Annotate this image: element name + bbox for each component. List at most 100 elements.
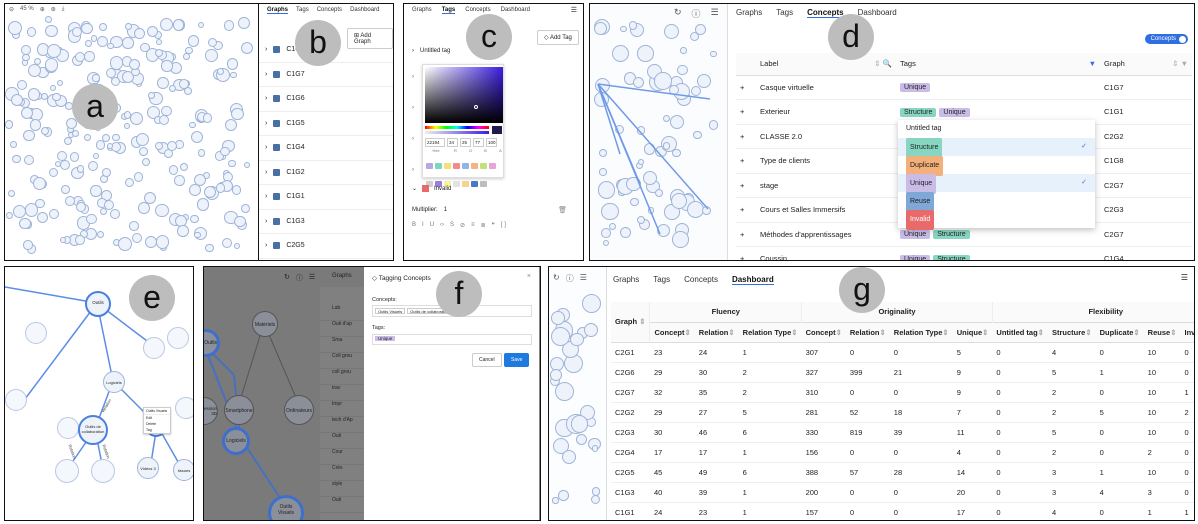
- graph-node[interactable]: [230, 71, 238, 79]
- info-icon[interactable]: ⓘ: [566, 273, 574, 284]
- graph-node[interactable]: [167, 327, 189, 349]
- concept-tags[interactable]: Unique: [896, 75, 1100, 100]
- graph-node[interactable]: [231, 184, 242, 195]
- tab-dashboard[interactable]: Dashboard: [731, 275, 774, 285]
- graph-node[interactable]: [124, 178, 135, 188]
- tag-chip[interactable]: Unique: [900, 83, 931, 93]
- italic-icon[interactable]: I: [422, 222, 424, 229]
- dropdown-option[interactable]: Structure ✓: [898, 138, 1095, 158]
- table-row[interactable]: C1G3 40 39 1 200 0 0 20 0 3 4 3 0: [611, 482, 1194, 503]
- tag-color[interactable]: [422, 185, 430, 192]
- tab-concepts[interactable]: Concepts: [317, 7, 342, 14]
- list-item[interactable]: Outi: [320, 433, 364, 449]
- sort-icon[interactable]: ⇕: [728, 328, 734, 337]
- close-icon[interactable]: ×: [527, 273, 531, 280]
- tag-chip[interactable]: Unique: [939, 107, 970, 117]
- graph-node[interactable]: [562, 449, 577, 464]
- chevron-right-icon[interactable]: ›: [412, 155, 414, 186]
- graph-node[interactable]: [29, 119, 42, 132]
- graph-node[interactable]: [233, 242, 241, 249]
- fit-icon[interactable]: ⊛: [51, 6, 56, 13]
- save-button[interactable]: Save: [504, 353, 530, 367]
- graph-node[interactable]: [133, 171, 144, 182]
- graph-node[interactable]: [141, 157, 150, 166]
- dropdown-option[interactable]: Reuse: [898, 192, 1095, 212]
- graph-row[interactable]: › C1G5: [259, 112, 393, 136]
- graph-node[interactable]: [91, 459, 115, 483]
- tab-tags[interactable]: Tags: [776, 8, 793, 18]
- expand-row-icon[interactable]: +: [736, 100, 756, 125]
- expand-row-icon[interactable]: +: [736, 198, 756, 223]
- code-icon[interactable]: ‹›: [440, 222, 444, 229]
- graph-node[interactable]: [205, 49, 218, 62]
- menu-icon[interactable]: ☰: [580, 273, 587, 284]
- menu-item-tag[interactable]: Tag: [144, 427, 170, 433]
- graph-node[interactable]: [8, 189, 16, 197]
- graph-node[interactable]: [130, 111, 144, 125]
- list-icon[interactable]: ≡: [471, 222, 475, 229]
- list-item[interactable]: Impr: [320, 401, 364, 417]
- graph-node[interactable]: [57, 417, 79, 439]
- graph-row[interactable]: › C1G6: [259, 87, 393, 112]
- graph-node[interactable]: [128, 58, 140, 70]
- graph-node[interactable]: [138, 202, 150, 214]
- concept-tags[interactable]: Unique Structure: [896, 247, 1100, 260]
- graph-node[interactable]: [139, 147, 148, 156]
- graph-node[interactable]: [109, 55, 124, 70]
- swatch[interactable]: [444, 163, 451, 169]
- graph-node[interactable]: [33, 57, 41, 65]
- graph-node[interactable]: [179, 163, 188, 171]
- table-row[interactable]: C1G1 24 23 1 157 0 0 17 0 4 0 1 1: [611, 502, 1194, 520]
- node-ordinateurs[interactable]: Ordinateurs: [284, 395, 314, 425]
- graph-node[interactable]: [54, 161, 61, 168]
- b-input[interactable]: 77: [473, 138, 484, 147]
- graph-node[interactable]: [55, 459, 79, 483]
- graph-node[interactable]: [196, 198, 210, 211]
- graph-node[interactable]: [155, 235, 170, 249]
- expand-row-icon[interactable]: +: [736, 75, 756, 100]
- table-row[interactable]: C2G7 32 35 2 310 0 0 9 0 2 0 10 1: [611, 382, 1194, 403]
- tab-dashboard[interactable]: Dashboard: [350, 7, 379, 14]
- graph-node[interactable]: [107, 42, 114, 50]
- graph-node[interactable]: [23, 154, 34, 165]
- graph-node[interactable]: [570, 415, 589, 433]
- graph-node[interactable]: [87, 160, 99, 172]
- graph-node[interactable]: [77, 165, 85, 173]
- expand-row-icon[interactable]: +: [736, 149, 756, 174]
- graph-node[interactable]: [175, 397, 193, 419]
- node-outils[interactable]: Outils: [85, 291, 111, 317]
- graph-node[interactable]: [174, 175, 185, 186]
- graph-row[interactable]: › C2G5: [259, 234, 393, 259]
- graph-row[interactable]: › C1G2: [259, 161, 393, 185]
- graph-node[interactable]: [156, 39, 163, 46]
- graph-node[interactable]: [40, 92, 48, 100]
- graph-node[interactable]: [27, 88, 40, 101]
- swatch[interactable]: [471, 163, 478, 169]
- graph-node[interactable]: [5, 120, 14, 129]
- column-header-cell[interactable]: Relation⇕: [694, 322, 739, 342]
- column-header-cell[interactable]: Concept⇕: [649, 322, 695, 342]
- a-input[interactable]: 100: [486, 138, 497, 147]
- list-item[interactable]: Coll grou: [320, 353, 364, 369]
- graph-node[interactable]: [8, 21, 23, 36]
- graph-node[interactable]: [123, 123, 130, 130]
- graph-node[interactable]: [222, 238, 233, 249]
- graph-node[interactable]: [84, 39, 92, 47]
- graph-node[interactable]: [136, 132, 150, 147]
- concept-label[interactable]: Coussin: [756, 247, 896, 260]
- graph-node[interactable]: [134, 28, 146, 39]
- list-item[interactable]: Outi d'ap: [320, 321, 364, 337]
- tab-graphs[interactable]: Graphs: [412, 7, 432, 14]
- swatch[interactable]: [426, 163, 433, 169]
- graph-node[interactable]: [110, 208, 121, 219]
- alpha-slider[interactable]: [425, 131, 489, 134]
- graph-node[interactable]: [143, 337, 165, 359]
- graph-node[interactable]: [570, 332, 584, 347]
- graph-node[interactable]: [92, 153, 99, 160]
- swatch[interactable]: [480, 181, 487, 187]
- dropdown-option[interactable]: Unique ✓: [898, 174, 1095, 194]
- graph-node[interactable]: [231, 107, 245, 121]
- info-icon[interactable]: ⓘ: [296, 273, 303, 283]
- graph-canvas[interactable]: [590, 4, 728, 260]
- graph-node[interactable]: [112, 133, 121, 142]
